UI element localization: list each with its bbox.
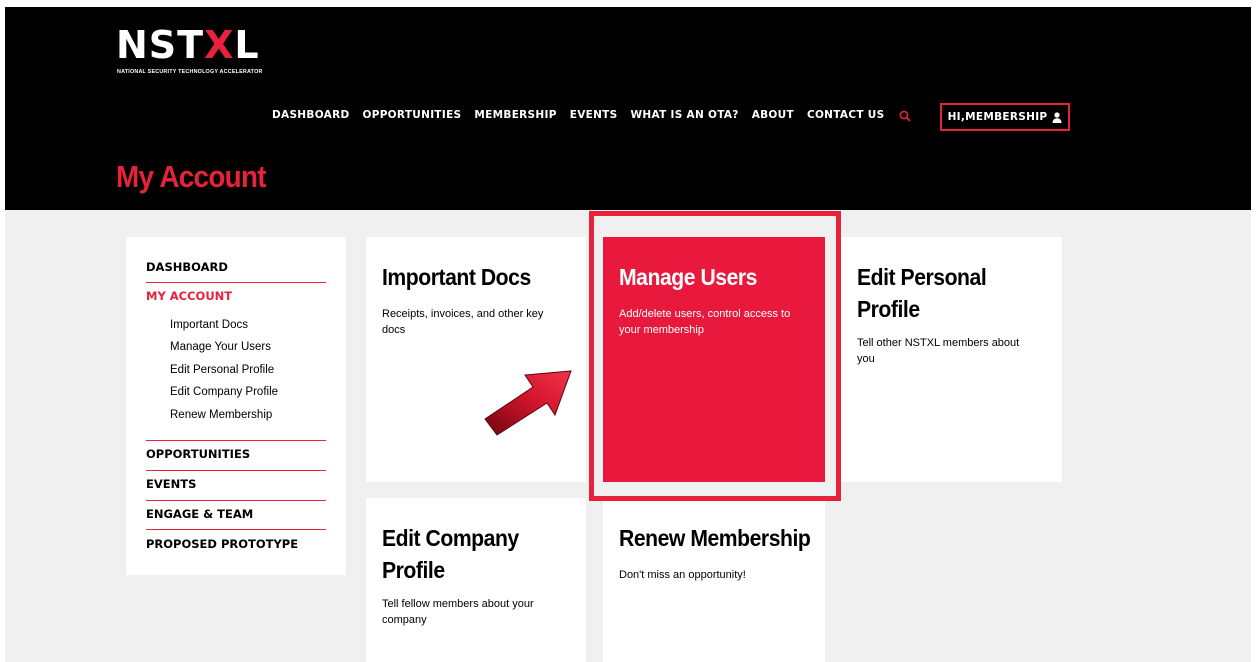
pointer-arrow-icon bbox=[484, 370, 572, 436]
account-sidebar: DASHBOARD MY ACCOUNT Important Docs Mana… bbox=[126, 237, 346, 575]
sidebar-item-opportunities[interactable]: OPPORTUNITIES bbox=[146, 447, 250, 461]
highlight-box bbox=[589, 211, 841, 501]
sidebar-divider bbox=[146, 470, 326, 471]
sidebar-subitem-edit-company-profile[interactable]: Edit Company Profile bbox=[170, 386, 278, 398]
user-greeting: HI,MEMBERSHIP bbox=[947, 111, 1048, 123]
card-title: Renew Membership bbox=[619, 525, 811, 551]
page-frame: NSTXL NATIONAL SECURITY TECHNOLOGY ACCEL… bbox=[5, 7, 1251, 662]
card-edit-company-profile[interactable]: Edit Company Profile Tell fellow members… bbox=[366, 498, 586, 662]
site-header: NSTXL NATIONAL SECURITY TECHNOLOGY ACCEL… bbox=[5, 7, 1251, 210]
sidebar-item-my-account[interactable]: MY ACCOUNT bbox=[146, 289, 232, 303]
sidebar-item-engage-team[interactable]: ENGAGE & TEAM bbox=[146, 507, 253, 521]
nav-opportunities[interactable]: OPPORTUNITIES bbox=[362, 109, 461, 121]
nav-membership[interactable]: MEMBERSHIP bbox=[474, 109, 556, 121]
sidebar-item-proposed-prototype[interactable]: PROPOSED PROTOTYPE bbox=[146, 537, 298, 551]
nav-contact-us[interactable]: CONTACT US bbox=[807, 109, 885, 121]
card-renew-membership[interactable]: Renew Membership Don't miss an opportuni… bbox=[603, 498, 825, 662]
nav-dashboard[interactable]: DASHBOARD bbox=[272, 109, 349, 121]
sidebar-subitem-manage-users[interactable]: Manage Your Users bbox=[170, 341, 271, 353]
card-description: Tell other NSTXL members about you bbox=[857, 337, 1020, 365]
page-title: My Account bbox=[116, 159, 267, 194]
card-title: Important Docs bbox=[382, 264, 531, 290]
user-account-button[interactable]: HI,MEMBERSHIP bbox=[940, 103, 1070, 131]
logo-tagline: NATIONAL SECURITY TECHNOLOGY ACCELERATOR bbox=[117, 69, 263, 75]
sidebar-subitem-edit-personal-profile[interactable]: Edit Personal Profile bbox=[170, 364, 274, 376]
logo-mark: NSTXL bbox=[116, 23, 260, 67]
user-icon bbox=[1052, 111, 1062, 123]
sidebar-item-events[interactable]: EVENTS bbox=[146, 477, 196, 491]
search-icon[interactable] bbox=[899, 109, 912, 122]
card-description: Don't miss an opportunity! bbox=[619, 569, 746, 581]
sidebar-divider bbox=[146, 440, 326, 441]
card-description: Receipts, invoices, and other key docs bbox=[382, 308, 544, 336]
card-edit-personal-profile[interactable]: Edit Personal Profile Tell other NSTXL m… bbox=[841, 237, 1062, 482]
sidebar-subitem-renew-membership[interactable]: Renew Membership bbox=[170, 409, 272, 421]
nstxl-logo[interactable]: NSTXL NATIONAL SECURITY TECHNOLOGY ACCEL… bbox=[116, 23, 286, 84]
card-important-docs[interactable]: Important Docs Receipts, invoices, and o… bbox=[366, 237, 586, 482]
main-nav: DASHBOARD OPPORTUNITIES MEMBERSHIP EVENT… bbox=[272, 109, 929, 122]
card-title: Edit Personal Profile bbox=[857, 264, 987, 322]
nav-events[interactable]: EVENTS bbox=[570, 109, 618, 121]
card-title: Edit Company Profile bbox=[382, 525, 519, 583]
sidebar-divider bbox=[146, 529, 326, 530]
sidebar-divider bbox=[146, 282, 326, 283]
sidebar-subitem-important-docs[interactable]: Important Docs bbox=[170, 319, 248, 331]
sidebar-divider bbox=[146, 500, 326, 501]
sidebar-item-dashboard[interactable]: DASHBOARD bbox=[146, 260, 228, 274]
card-description: Tell fellow members about your company bbox=[382, 598, 534, 626]
nav-about[interactable]: ABOUT bbox=[752, 109, 794, 121]
nav-what-is-an-ota[interactable]: WHAT IS AN OTA? bbox=[631, 109, 739, 121]
